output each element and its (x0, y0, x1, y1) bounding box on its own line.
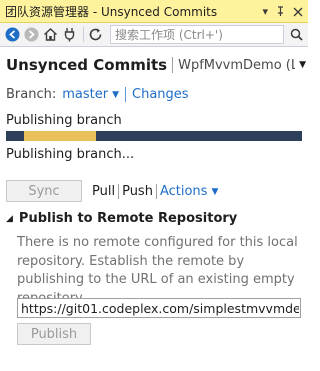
publishing-status: Publishing branch... (6, 147, 135, 162)
refresh-icon[interactable] (87, 26, 104, 43)
branch-divider (125, 87, 127, 102)
page-title: Unsynced Commits (6, 56, 168, 74)
close-icon[interactable] (293, 2, 303, 21)
publish-button[interactable]: Publish (17, 323, 91, 345)
chevron-down-icon[interactable]: ▼ (299, 60, 306, 70)
plug-icon[interactable] (61, 26, 78, 43)
actions-divider (155, 184, 157, 199)
sync-button[interactable]: Sync (6, 180, 82, 202)
branch-row: Branch: master ▼ Changes (6, 87, 189, 102)
progress-fill (24, 131, 96, 141)
chevron-down-icon[interactable]: ▼ (211, 187, 218, 197)
actions-row: Pull Push Actions ▼ (92, 184, 218, 199)
push-link[interactable]: Push (122, 184, 153, 199)
publish-section-title: Publish to Remote Repository (18, 211, 238, 226)
branch-label: Branch: (6, 87, 57, 102)
search-input[interactable] (115, 27, 265, 42)
forward-icon[interactable] (23, 26, 40, 43)
dropdown-icon[interactable]: ▾ (262, 6, 268, 17)
page-header: Unsynced Commits WpfMvvmDemo (Lo... ▼ (6, 54, 306, 76)
branch-selector[interactable]: master (62, 87, 108, 102)
pull-link[interactable]: Pull (92, 184, 115, 199)
toolbar-separator (83, 27, 84, 42)
changes-link[interactable]: Changes (132, 87, 189, 102)
title-bar: 团队资源管理器 - Unsynced Commits ▾ (0, 0, 308, 23)
pin-icon[interactable] (275, 2, 286, 21)
search-box[interactable] (110, 25, 284, 44)
toolbar (0, 23, 308, 47)
header-divider (172, 57, 174, 73)
actions-divider (118, 184, 120, 199)
progress-bar (6, 131, 302, 141)
remote-url-box[interactable] (17, 298, 301, 318)
repository-name[interactable]: WpfMvvmDemo (Lo... (178, 58, 295, 73)
search-icon[interactable] (288, 27, 304, 43)
chevron-down-icon[interactable]: ▼ (112, 90, 119, 100)
publish-description: There is no remote configured for this l… (17, 235, 298, 306)
back-icon[interactable] (4, 26, 21, 43)
home-icon[interactable] (42, 26, 59, 43)
collapse-icon[interactable]: ◢ (6, 214, 13, 224)
actions-menu[interactable]: Actions (160, 184, 208, 199)
window-title: 团队资源管理器 - Unsynced Commits (5, 4, 218, 19)
publish-section-header[interactable]: ◢ Publish to Remote Repository (6, 211, 237, 226)
publishing-label: Publishing branch (6, 113, 122, 128)
remote-url-input[interactable] (21, 300, 299, 316)
